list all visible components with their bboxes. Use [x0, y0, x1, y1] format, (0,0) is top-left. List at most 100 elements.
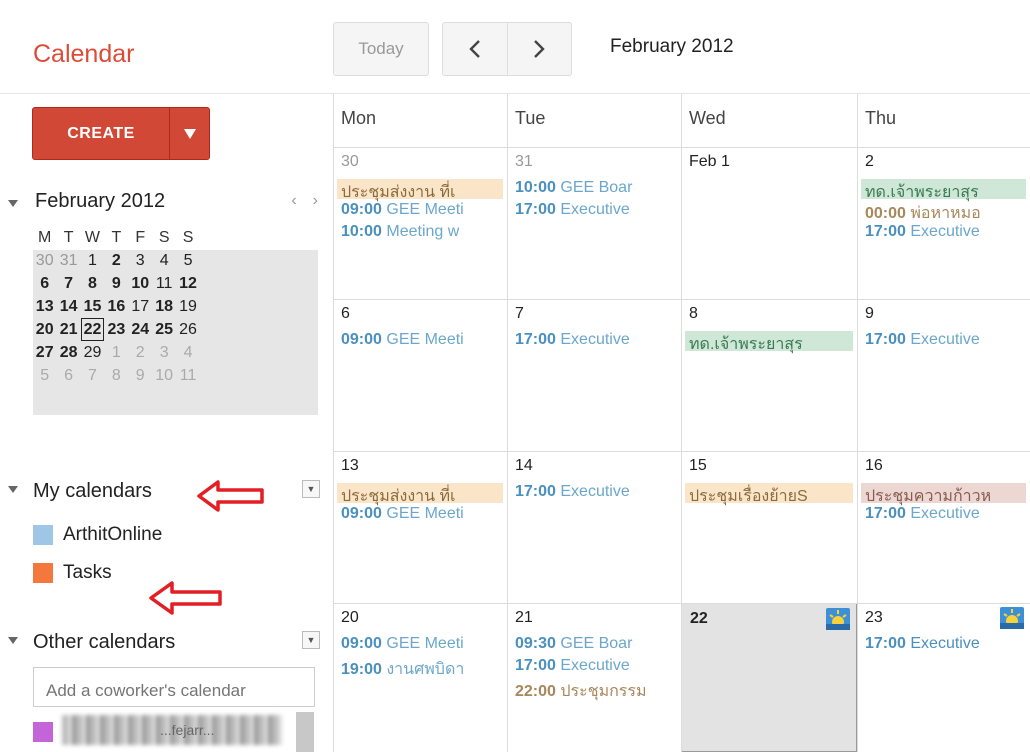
day-number[interactable]: 20	[341, 609, 359, 627]
calendar-item-tasks[interactable]: Tasks	[33, 561, 112, 585]
my-calendars-menu-button[interactable]: ▼	[302, 480, 320, 498]
day-number[interactable]: 31	[515, 153, 533, 171]
day-cell[interactable]: 13 ประชุมส่งงาน ที่เ 09:00 GEE Meeti	[333, 451, 507, 603]
day-number[interactable]: 30	[341, 153, 359, 171]
mini-day[interactable]: 6	[57, 364, 80, 387]
mini-day[interactable]: 16	[105, 295, 128, 318]
calendar-item-arthitonline[interactable]: ArthitOnline	[33, 523, 162, 547]
day-number[interactable]: 23	[865, 609, 883, 627]
mini-day[interactable]: 11	[152, 272, 175, 295]
mini-day[interactable]: 4	[152, 249, 175, 272]
timed-event[interactable]: 00:00 พ่อหาหมอ	[865, 201, 981, 222]
mini-day[interactable]: 23	[105, 318, 128, 341]
timed-event[interactable]: 17:00 Executive	[515, 201, 630, 221]
day-cell[interactable]: 31 10:00 GEE Boar 17:00 Executive	[507, 147, 681, 299]
mini-day[interactable]: 28	[57, 341, 80, 364]
timed-event[interactable]: 10:00 Meeting w	[341, 223, 459, 243]
day-number[interactable]: 14	[515, 457, 533, 475]
day-number[interactable]: 9	[865, 305, 874, 323]
timed-event[interactable]: 19:00 งานศพบิดา	[341, 657, 464, 678]
day-cell[interactable]: 2 ทด.เจ้าพระยาสุร 00:00 พ่อหาหมอ 17:00 Exec…	[857, 147, 1030, 299]
day-cell[interactable]: Feb 1	[681, 147, 857, 299]
collapse-triangle-icon[interactable]	[8, 200, 18, 208]
all-day-event-chip[interactable]: ประชุมส่งงาน ที่เ	[337, 179, 503, 201]
mini-day[interactable]: 20	[33, 318, 56, 341]
mini-day[interactable]: 3	[152, 341, 175, 364]
day-number[interactable]: 13	[341, 457, 359, 475]
mini-day[interactable]: 4	[176, 341, 199, 364]
day-cell[interactable]: 8 ทด.เจ้าพระยาสุร	[681, 299, 857, 451]
all-day-event-chip[interactable]: ประชุมส่งงาน ที่เ	[337, 483, 503, 505]
mini-day[interactable]: 3	[129, 249, 152, 272]
mini-day[interactable]: 5	[176, 249, 199, 272]
mini-day[interactable]: 29	[81, 341, 104, 364]
today-button[interactable]: Today	[333, 22, 429, 76]
mini-day[interactable]: 7	[81, 364, 104, 387]
timed-event[interactable]: 17:00 Executive	[865, 635, 980, 655]
create-button[interactable]: CREATE	[33, 108, 169, 159]
calendar-color-swatch[interactable]	[33, 722, 53, 742]
prev-period-button[interactable]	[443, 23, 507, 75]
my-calendars-header[interactable]: My calendars ▼	[8, 480, 320, 506]
mini-day[interactable]: 18	[152, 295, 175, 318]
day-cell[interactable]: 22	[681, 603, 857, 752]
mini-day[interactable]: 21	[57, 318, 80, 341]
mini-day[interactable]: 2	[129, 341, 152, 364]
day-cell[interactable]: 14 17:00 Executive	[507, 451, 681, 603]
mini-day[interactable]: 2	[105, 249, 128, 272]
timed-event[interactable]: 09:00 GEE Meeti	[341, 201, 464, 221]
day-cell[interactable]: 30 ประชุมส่งงาน ที่เ 09:00 GEE Meeti 10:00 …	[333, 147, 507, 299]
mini-day[interactable]: 30	[33, 249, 56, 272]
day-number[interactable]: 15	[689, 457, 707, 475]
mini-day[interactable]: 24	[129, 318, 152, 341]
mini-day[interactable]: 19	[176, 295, 199, 318]
next-period-button[interactable]	[506, 23, 572, 75]
mini-prev-icon[interactable]: ‹	[291, 192, 296, 209]
mini-day[interactable]: 9	[105, 272, 128, 295]
timed-event[interactable]: 17:00 Executive	[515, 657, 630, 677]
other-calendars-header[interactable]: Other calendars ▼	[8, 631, 320, 657]
mini-day[interactable]: 17	[129, 295, 152, 318]
timed-event[interactable]: 09:00 GEE Meeti	[341, 505, 464, 525]
calendar-color-swatch[interactable]	[33, 563, 53, 583]
day-cell[interactable]: 16 ประชุมความก้าวห 17:00 Executive	[857, 451, 1030, 603]
day-number[interactable]: 6	[341, 305, 350, 323]
mini-day[interactable]: 1	[81, 249, 104, 272]
mini-day[interactable]: 12	[176, 272, 199, 295]
all-day-event-chip[interactable]: ทด.เจ้าพระยาสุร	[685, 331, 853, 353]
day-cell[interactable]: 9 17:00 Executive	[857, 299, 1030, 451]
day-cell[interactable]: 20 09:00 GEE Meeti 19:00 งานศพบิดา	[333, 603, 507, 752]
mini-day[interactable]: 10	[129, 272, 152, 295]
mini-day[interactable]: 14	[57, 295, 80, 318]
timed-event[interactable]: 10:00 GEE Boar	[515, 179, 632, 199]
timed-event[interactable]: 09:00 GEE Meeti	[341, 635, 464, 655]
day-number[interactable]: 8	[689, 305, 698, 323]
mini-day[interactable]: 22	[80, 318, 105, 341]
day-number[interactable]: 7	[515, 305, 524, 323]
mini-day[interactable]: 27	[33, 341, 56, 364]
all-day-event-chip[interactable]: ประชุมความก้าวห	[861, 483, 1026, 505]
mini-day[interactable]: 11	[176, 364, 199, 387]
day-cell[interactable]: 6 09:00 GEE Meeti	[333, 299, 507, 451]
day-number[interactable]: 22	[690, 610, 708, 628]
day-cell[interactable]: 21 09:30 GEE Boar 17:00 Executive 22:00 ประ…	[507, 603, 681, 752]
mini-day[interactable]: 6	[33, 272, 56, 295]
day-number[interactable]: 16	[865, 457, 883, 475]
mini-day[interactable]: 5	[33, 364, 56, 387]
mini-next-icon[interactable]: ›	[313, 192, 318, 209]
timed-event[interactable]: 17:00 Executive	[515, 483, 630, 503]
mini-day[interactable]: 8	[81, 272, 104, 295]
add-coworker-calendar-input[interactable]	[33, 667, 315, 707]
day-number[interactable]: Feb 1	[689, 153, 730, 171]
timed-event[interactable]: 17:00 Executive	[865, 505, 980, 525]
mini-day[interactable]: 7	[57, 272, 80, 295]
all-day-event-chip[interactable]: ประชุมเรื่องย้ายS	[685, 483, 853, 505]
mini-day[interactable]: 1	[105, 341, 128, 364]
mini-day[interactable]: 13	[33, 295, 56, 318]
mini-day[interactable]: 25	[152, 318, 175, 341]
timed-event[interactable]: 17:00 Executive	[515, 331, 630, 351]
timed-event[interactable]: 09:30 GEE Boar	[515, 635, 632, 655]
day-cell[interactable]: 15 ประชุมเรื่องย้ายS	[681, 451, 857, 603]
create-dropdown-button[interactable]	[169, 108, 209, 159]
mini-day[interactable]: 9	[129, 364, 152, 387]
